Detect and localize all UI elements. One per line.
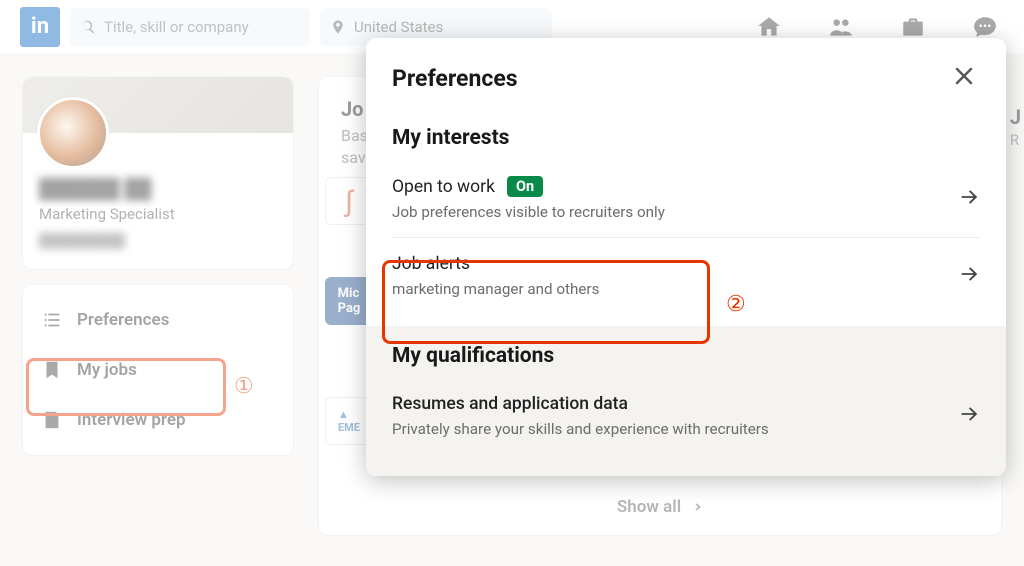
my-qualifications-heading: My qualifications <box>392 344 980 368</box>
modal-title: Preferences <box>392 65 518 92</box>
pref-open-to-work[interactable]: Open to work On Job preferences visible … <box>392 160 980 238</box>
arrow-right-icon <box>958 263 980 289</box>
resumes-sub: Privately share your skills and experien… <box>392 420 769 438</box>
open-to-work-sub: Job preferences visible to recruiters on… <box>392 203 665 221</box>
pref-job-alerts[interactable]: Job alerts marketing manager and others <box>392 238 980 314</box>
on-badge: On <box>507 176 543 197</box>
job-alerts-sub: marketing manager and others <box>392 280 599 298</box>
arrow-right-icon <box>958 403 980 429</box>
close-button[interactable] <box>948 60 980 96</box>
close-icon <box>952 64 976 88</box>
my-interests-heading: My interests <box>392 126 980 150</box>
preferences-modal: Preferences My interests Open to work On… <box>366 38 1006 476</box>
open-to-work-title: Open to work <box>392 177 495 197</box>
job-alerts-title: Job alerts <box>392 254 599 274</box>
resumes-title: Resumes and application data <box>392 394 769 414</box>
pref-resumes[interactable]: Resumes and application data Privately s… <box>392 378 980 454</box>
arrow-right-icon <box>958 186 980 212</box>
